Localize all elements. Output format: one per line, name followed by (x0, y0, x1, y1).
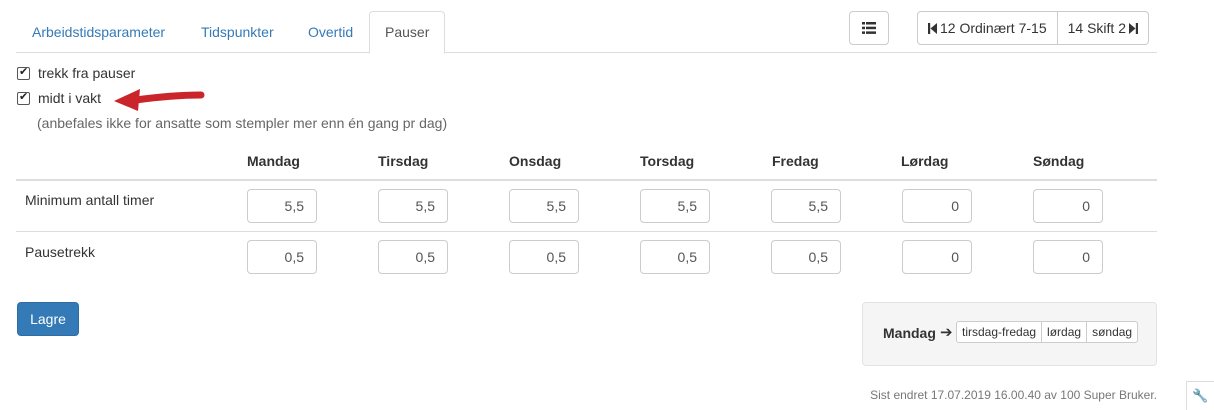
break-deduction-fredag-input[interactable]: 0,5 (771, 240, 841, 274)
copy-days-panel: Mandag ➔ tirsdag-fredag lørdag søndag (862, 302, 1157, 366)
minimum-hours-mandag-input[interactable]: 5,5 (247, 189, 317, 223)
minimum-hours-torsdag-input[interactable]: 5,5 (640, 189, 710, 223)
minimum-hours-fredag-input[interactable]: 5,5 (771, 189, 841, 223)
step-forward-icon (1128, 22, 1138, 34)
mid-shift-hint: (anbefales ikke for ansatte som stempler… (37, 115, 448, 131)
minimum-hours-onsdag-input[interactable]: 5,5 (509, 189, 579, 223)
save-button[interactable]: Lagre (17, 302, 79, 336)
row-label-minimum-hours: Minimum antall timer (25, 192, 155, 208)
day-header-tirsdag: Tirsdag (378, 153, 429, 169)
break-deduction-onsdag-input[interactable]: 0,5 (509, 240, 579, 274)
day-header-fredag: Fredag (772, 153, 819, 169)
list-button[interactable] (849, 11, 889, 45)
tab-tidspunkter[interactable]: Tidspunkter (185, 11, 290, 53)
break-deduction-mandag-input[interactable]: 0,5 (247, 240, 317, 274)
step-backward-icon (928, 22, 937, 34)
break-deduction-torsdag-input[interactable]: 0,5 (640, 240, 710, 274)
break-deduction-sondag-input[interactable]: 0 (1033, 240, 1103, 274)
copy-to-lordag-button[interactable]: lørdag (1042, 321, 1088, 343)
deduct-breaks-option: trekk fra pauser (17, 65, 135, 81)
list-icon (862, 22, 876, 34)
wrench-icon: 🔧 (1192, 388, 1209, 403)
next-record-button[interactable]: 14 Skift 2 (1057, 11, 1149, 45)
tab-arbeidstidsparameter[interactable]: Arbeidstidsparameter (16, 11, 181, 53)
minimum-hours-lordag-input[interactable]: 0 (902, 189, 972, 223)
previous-record-label: 12 Ordinært 7-15 (940, 20, 1047, 36)
deduct-breaks-label: trekk fra pauser (38, 65, 136, 81)
minimum-hours-sondag-input[interactable]: 0 (1033, 189, 1103, 223)
mid-shift-checkbox[interactable] (17, 90, 30, 105)
tools-button[interactable]: 🔧 (1186, 381, 1214, 410)
mid-shift-label: midt i vakt (38, 90, 102, 106)
day-header-torsdag: Torsdag (640, 153, 695, 169)
copy-to-tirsdag-fredag-button[interactable]: tirsdag-fredag (956, 321, 1043, 343)
minimum-hours-tirsdag-input[interactable]: 5,5 (378, 189, 448, 223)
break-deduction-tirsdag-input[interactable]: 0,5 (378, 240, 448, 274)
tab-pauser[interactable]: Pauser (369, 11, 446, 54)
break-deduction-lordag-input[interactable]: 0 (902, 240, 972, 274)
copy-source-day: Mandag (883, 325, 936, 341)
record-navigation: 12 Ordinært 7-15 14 Skift 2 (917, 11, 1149, 45)
deduct-breaks-checkbox[interactable] (17, 65, 30, 80)
annotation-arrow (114, 89, 205, 111)
next-record-label: 14 Skift 2 (1067, 20, 1126, 36)
copy-to-sondag-button[interactable]: søndag (1087, 321, 1139, 343)
row-label-break-deduction: Pausetrekk (25, 244, 96, 260)
row-divider (16, 231, 1157, 232)
day-header-sondag: Søndag (1033, 153, 1085, 169)
arrow-right-icon: ➔ (940, 324, 953, 341)
tab-overtid[interactable]: Overtid (292, 11, 369, 53)
day-header-mandag: Mandag (247, 153, 300, 169)
copy-target-group: tirsdag-fredag lørdag søndag (956, 321, 1139, 343)
last-modified-text: Sist endret 17.07.2019 16.00.40 av 100 S… (870, 388, 1157, 402)
day-header-onsdag: Onsdag (509, 153, 562, 169)
mid-shift-option: midt i vakt (17, 90, 101, 106)
day-header-lordag: Lørdag (901, 153, 949, 169)
previous-record-button[interactable]: 12 Ordinært 7-15 (917, 11, 1058, 45)
header-divider (16, 179, 1157, 181)
